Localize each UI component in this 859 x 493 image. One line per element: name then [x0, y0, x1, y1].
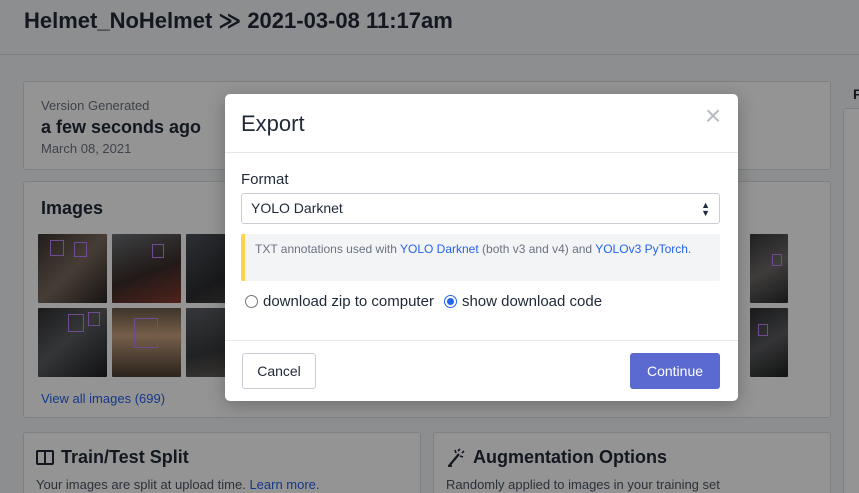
- export-modal: Export × Format YOLO Darknet ▲ ▼ TXT anno…: [225, 94, 738, 401]
- info-text: .: [687, 242, 692, 256]
- format-selected-value: YOLO Darknet: [251, 200, 343, 216]
- radio-button[interactable]: [245, 295, 258, 308]
- select-caret-icon: ▲ ▼: [701, 200, 710, 218]
- format-select[interactable]: YOLO Darknet ▲ ▼: [241, 193, 720, 224]
- show-code-label: show download code: [461, 293, 603, 310]
- yolov3-pytorch-link[interactable]: YOLOv3 PyTorch: [595, 242, 688, 256]
- radio-button-selected[interactable]: [443, 295, 457, 308]
- format-label: Format: [241, 171, 289, 188]
- info-text: (both v3 and v4) and: [478, 242, 596, 256]
- cancel-button[interactable]: Cancel: [242, 353, 316, 389]
- format-info-box: TXT annotations used with YOLO Darknet (…: [241, 234, 720, 281]
- export-modal-title: Export: [241, 111, 305, 136]
- download-zip-option[interactable]: download zip to computer: [245, 293, 434, 310]
- modal-footer-divider: [225, 340, 738, 341]
- continue-button[interactable]: Continue: [630, 353, 720, 389]
- download-zip-label: download zip to computer: [263, 293, 434, 310]
- info-text: TXT annotations used with: [255, 242, 400, 256]
- close-icon[interactable]: ×: [702, 102, 724, 130]
- yolo-darknet-link[interactable]: YOLO Darknet: [400, 242, 479, 256]
- modal-header-divider: [225, 152, 738, 153]
- export-option-group: download zip to computer show download c…: [245, 293, 612, 310]
- show-code-option[interactable]: show download code: [443, 293, 603, 310]
